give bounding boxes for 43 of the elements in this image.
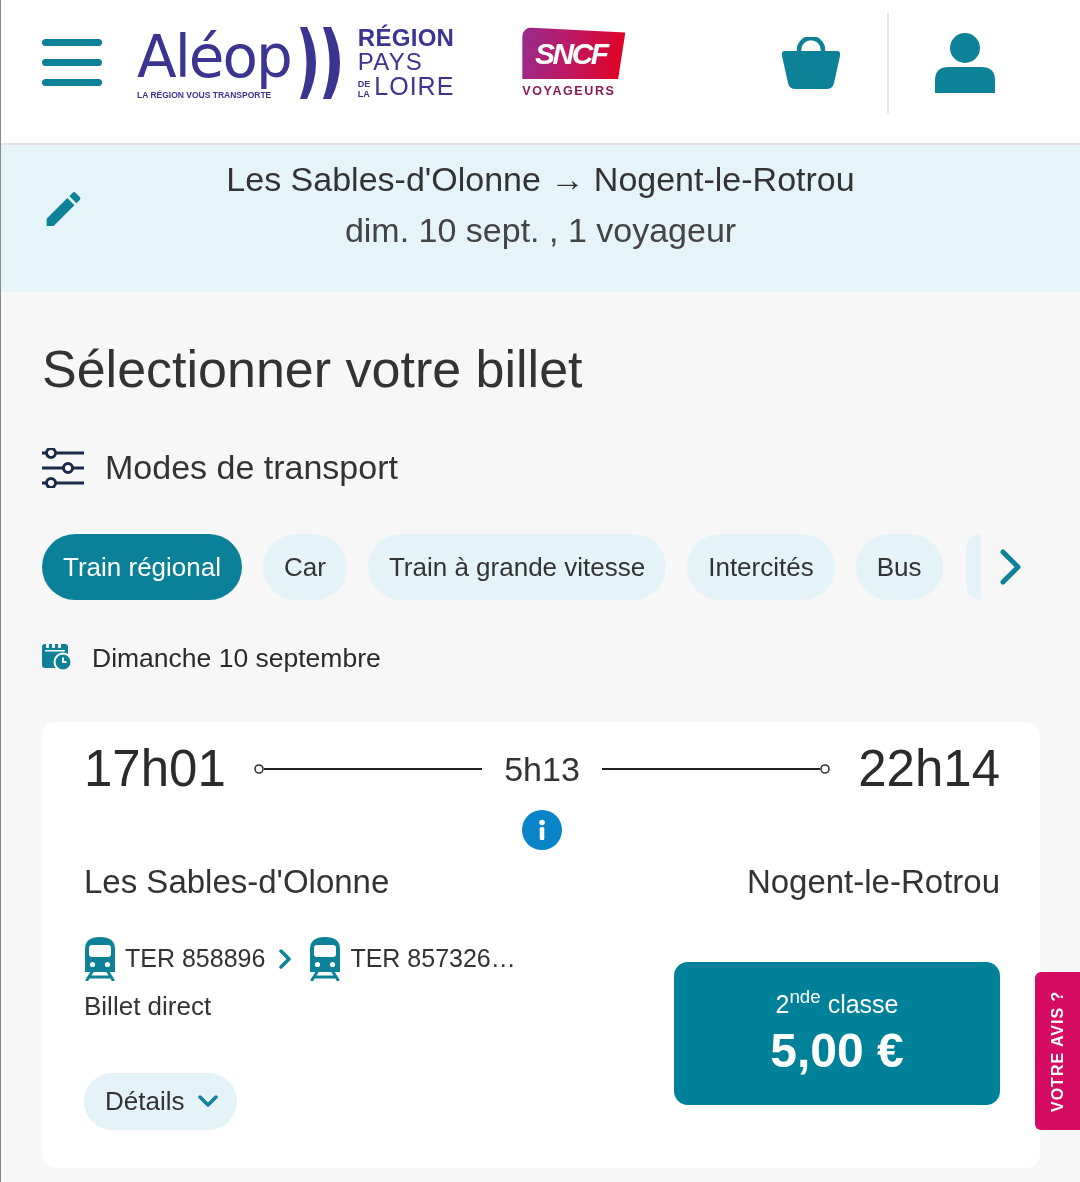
user-icon[interactable] — [935, 32, 995, 93]
page-title: Sélectionner votre billet — [42, 339, 584, 400]
chevron-right-icon[interactable] — [998, 547, 1024, 587]
shopping-basket-icon[interactable] — [781, 36, 841, 89]
trip-details-text: dim. 10 sept. , 1 voyageur — [343, 210, 738, 251]
date-heading: Dimanche 10 septembre — [92, 642, 381, 675]
timeline-dot-icon — [253, 764, 264, 774]
fare-button[interactable]: 2$^{nde}$ classe 5,00 € — [674, 962, 1000, 1105]
mode-chip[interactable]: Train à grande vitesse — [367, 534, 667, 600]
ticket-type-text: Billet direct — [84, 991, 212, 1022]
logo-text: RÉGION — [357, 26, 455, 50]
destination-station: Nogent-le-Rotrou — [746, 862, 1000, 902]
sliders-icon — [42, 447, 84, 488]
info-icon[interactable] — [522, 810, 562, 850]
origin-station: Les Sables-d'Olonne — [84, 862, 390, 902]
calendar-clock-icon — [42, 641, 72, 671]
logo-tagline: LA RÉGION VOUS TRANSPORTE — [137, 90, 273, 100]
route-text: Les Sables-d'Olonne → Nogent-le-Rotrou — [225, 159, 856, 200]
mode-chip[interactable]: Train régional — [42, 534, 242, 600]
departure-time: 17h01 — [84, 740, 226, 798]
arrival-time: 22h14 — [858, 740, 1000, 798]
duration-text: 5h13 — [504, 749, 580, 790]
chevron-right-icon — [279, 949, 292, 969]
logo-caption: VOYAGEURS — [522, 85, 616, 98]
logo-wordmark: Aléop — [137, 25, 291, 91]
chevron-down-icon — [198, 1095, 219, 1108]
logo-badge: SNCF — [522, 27, 626, 80]
mode-chip[interactable]: Car — [263, 534, 347, 600]
train-number: TER 858896 — [125, 943, 266, 975]
logo-text: DE — [357, 80, 371, 90]
logo-text: LA — [357, 89, 371, 99]
menu-icon[interactable] — [42, 39, 102, 86]
timeline-dot-icon — [820, 764, 831, 774]
mode-chip[interactable]: Bus — [855, 534, 943, 600]
mode-chip[interactable]: Intercités — [687, 534, 835, 600]
feedback-tab[interactable]: VOTRE AVIS ? — [1035, 972, 1080, 1130]
train-icon — [309, 937, 342, 981]
logo-text: PAYS — [357, 50, 425, 74]
train-number: TER 857326… — [350, 943, 516, 975]
details-button[interactable]: Détails — [84, 1073, 238, 1130]
transport-filter-button[interactable]: Modes de transport — [42, 447, 398, 488]
train-icon — [84, 937, 116, 981]
logo-text: LOIRE — [374, 74, 455, 99]
